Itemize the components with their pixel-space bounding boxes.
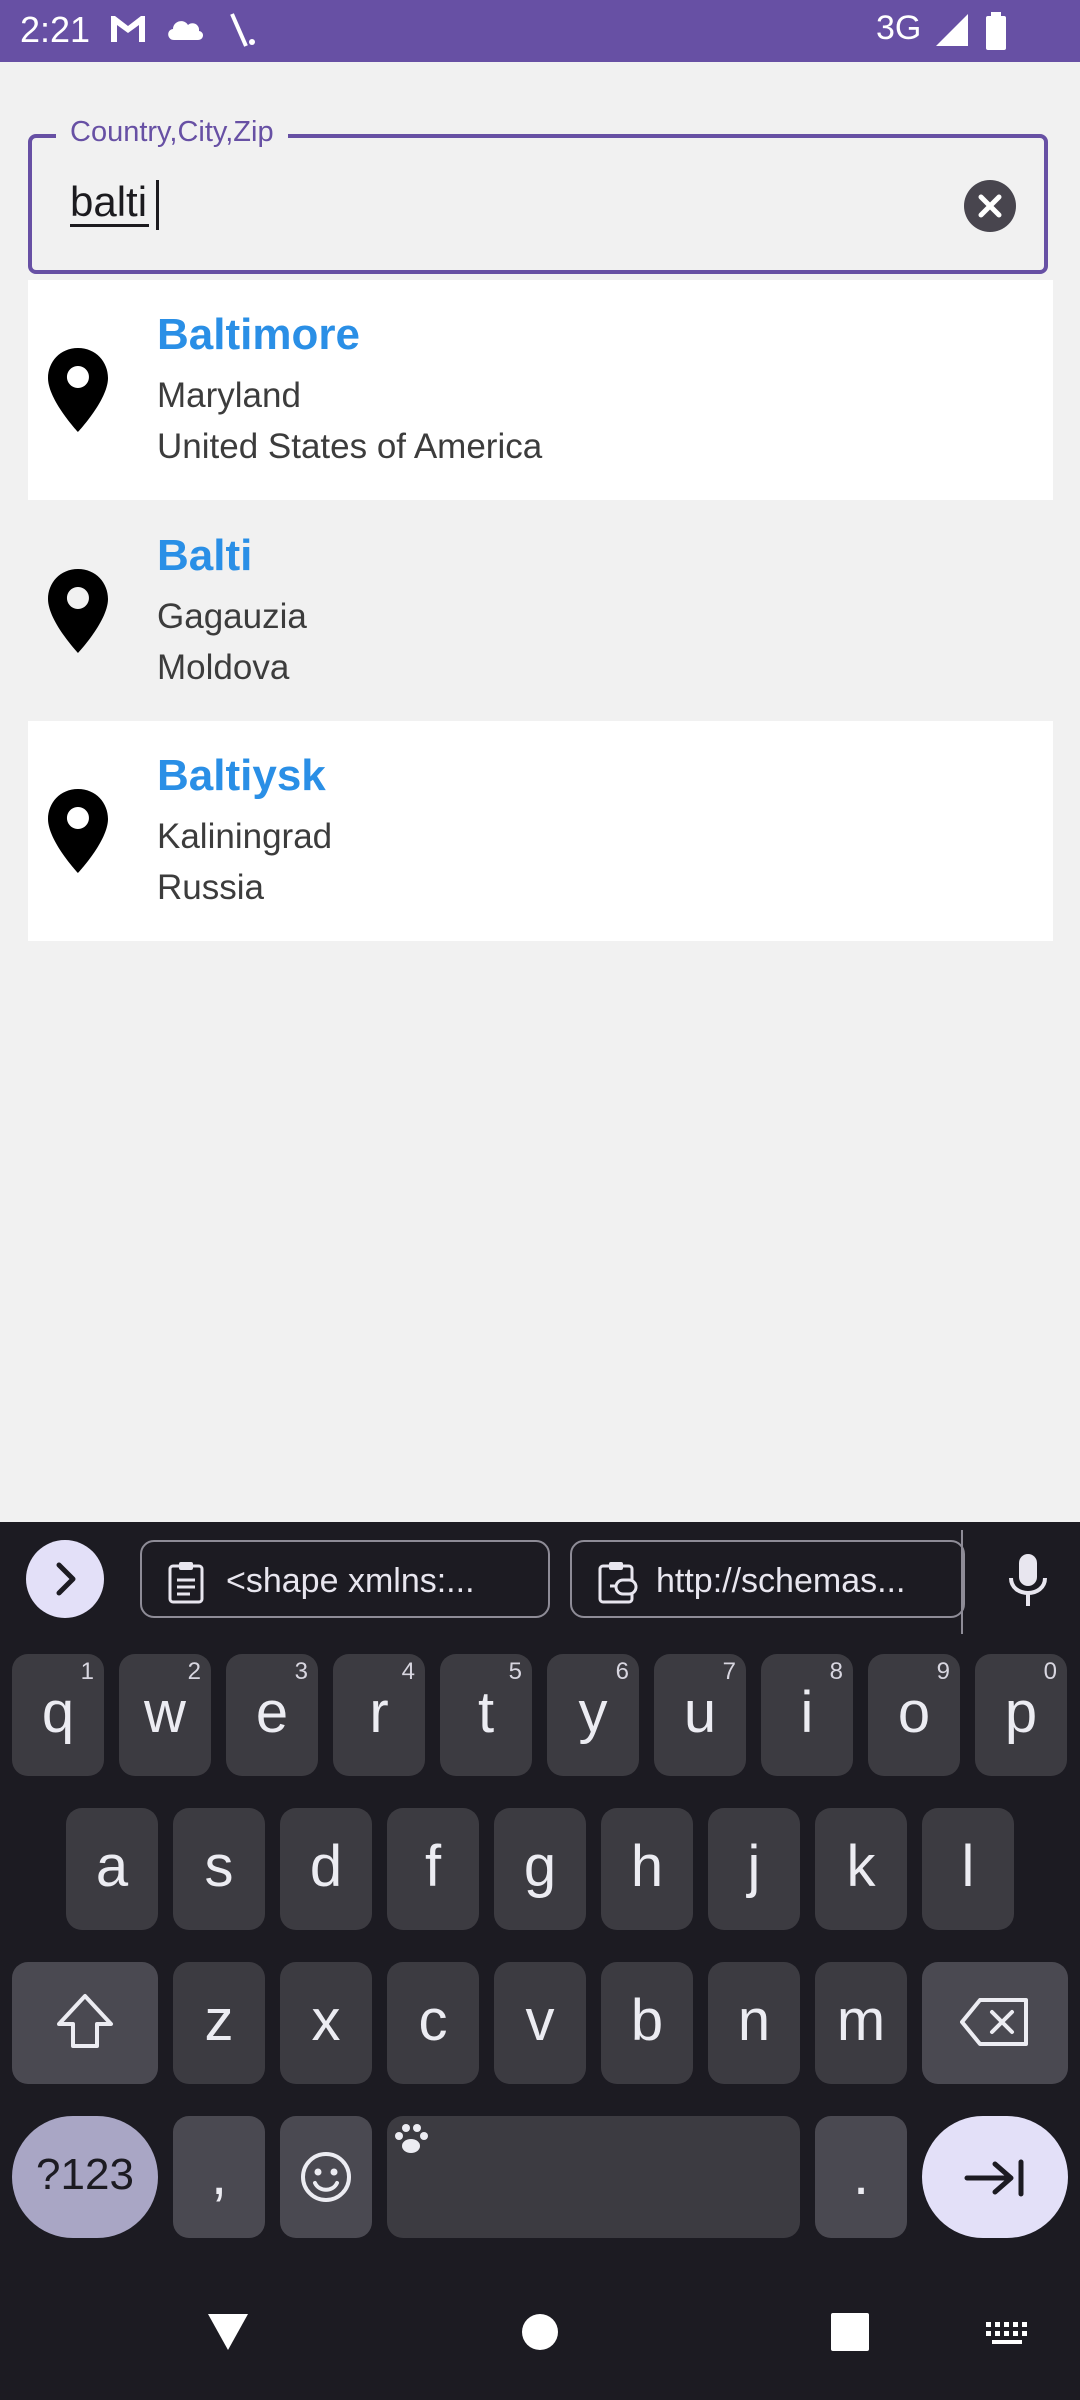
key-e[interactable]: e3 <box>226 1654 318 1776</box>
key-r[interactable]: r4 <box>333 1654 425 1776</box>
key-z[interactable]: z <box>173 1962 265 2084</box>
key-p[interactable]: p0 <box>975 1654 1067 1776</box>
key-g[interactable]: g <box>494 1808 586 1930</box>
location-pin-icon <box>48 789 108 873</box>
result-item[interactable]: Balti Gagauzia Moldova <box>28 501 1053 721</box>
navigation-bar <box>0 2280 1080 2400</box>
back-triangle-icon[interactable] <box>204 2310 252 2354</box>
result-country: Russia <box>157 868 264 907</box>
key-h[interactable]: h <box>601 1808 693 1930</box>
key-w[interactable]: w2 <box>119 1654 211 1776</box>
gmail-icon <box>111 16 145 42</box>
clear-search-button[interactable] <box>964 180 1016 232</box>
clipboard-link-icon <box>598 1562 638 1604</box>
key-k[interactable]: k <box>815 1808 907 1930</box>
paw-icon <box>395 2124 428 2153</box>
key-m[interactable]: m <box>815 1962 907 2084</box>
key-v[interactable]: v <box>494 1962 586 2084</box>
status-bar: 2:21 3G <box>0 0 1080 62</box>
clipboard-chip-text: http://schemas... <box>656 1562 906 1600</box>
keyboard-switch-icon[interactable] <box>984 2320 1030 2346</box>
period-key[interactable]: . <box>815 2116 907 2238</box>
key-i[interactable]: i8 <box>761 1654 853 1776</box>
key-n[interactable]: n <box>708 1962 800 2084</box>
key-o[interactable]: o9 <box>868 1654 960 1776</box>
chevron-right-icon <box>56 1562 76 1596</box>
key-y[interactable]: y6 <box>547 1654 639 1776</box>
clipboard-chip[interactable]: <shape xmlns:... <box>140 1540 550 1618</box>
key-u[interactable]: u7 <box>654 1654 746 1776</box>
result-region: Kaliningrad <box>157 817 333 856</box>
battery-icon <box>986 12 1006 50</box>
status-time: 2:21 <box>20 9 91 50</box>
search-field[interactable] <box>28 134 1048 274</box>
search-input[interactable]: balti <box>70 180 150 227</box>
key-t[interactable]: t5 <box>440 1654 532 1776</box>
close-icon <box>978 194 1002 218</box>
cloud-icon <box>168 21 204 40</box>
location-pin-icon <box>48 569 108 653</box>
shift-icon <box>57 1994 113 2048</box>
result-item[interactable]: Baltiysk Kaliningrad Russia <box>28 721 1053 941</box>
result-country: Moldova <box>157 648 290 687</box>
key-f[interactable]: f <box>387 1808 479 1930</box>
key-q[interactable]: q1 <box>12 1654 104 1776</box>
key-l[interactable]: l <box>922 1808 1014 1930</box>
clipboard-chip[interactable]: http://schemas... <box>570 1540 965 1618</box>
clipboard-icon <box>168 1562 204 1604</box>
key-b[interactable]: b <box>601 1962 693 2084</box>
result-country: United States of America <box>157 427 543 466</box>
key-d[interactable]: d <box>280 1808 372 1930</box>
key-x[interactable]: x <box>280 1962 372 2084</box>
symbols-key[interactable]: ?123 <box>12 2116 158 2238</box>
enter-key[interactable] <box>922 2116 1068 2238</box>
emoji-icon <box>301 2152 351 2202</box>
keyboard-expand-button[interactable] <box>26 1540 104 1618</box>
result-city: Baltimore <box>157 310 360 359</box>
network-type: 3G <box>876 9 922 47</box>
microphone-icon[interactable] <box>1004 1552 1052 1608</box>
text-caret <box>156 180 159 230</box>
key-a[interactable]: a <box>66 1808 158 1930</box>
result-region: Gagauzia <box>157 597 307 636</box>
result-region: Maryland <box>157 376 301 415</box>
location-pin-icon <box>48 348 108 432</box>
key-c[interactable]: c <box>387 1962 479 2084</box>
backspace-icon <box>960 1998 1028 2046</box>
result-city: Balti <box>157 531 253 580</box>
shift-key[interactable] <box>12 1962 158 2084</box>
recents-icon[interactable] <box>830 2312 870 2352</box>
clipboard-chip-text: <shape xmlns:... <box>226 1562 475 1600</box>
space-key[interactable] <box>387 2116 800 2238</box>
key-s[interactable]: s <box>173 1808 265 1930</box>
search-field-label: Country,City,Zip <box>56 116 288 149</box>
result-item[interactable]: Baltimore Maryland United States of Amer… <box>28 280 1053 500</box>
home-icon[interactable] <box>520 2312 560 2352</box>
signal-icon <box>936 14 968 46</box>
chip-divider <box>961 1530 963 1634</box>
key-j[interactable]: j <box>708 1808 800 1930</box>
comma-key[interactable]: , <box>173 2116 265 2238</box>
emoji-key[interactable] <box>280 2116 372 2238</box>
result-city: Baltiysk <box>157 751 326 800</box>
backspace-key[interactable] <box>922 1962 1068 2084</box>
sync-icon <box>230 13 255 47</box>
tab-next-icon <box>964 2159 1024 2197</box>
